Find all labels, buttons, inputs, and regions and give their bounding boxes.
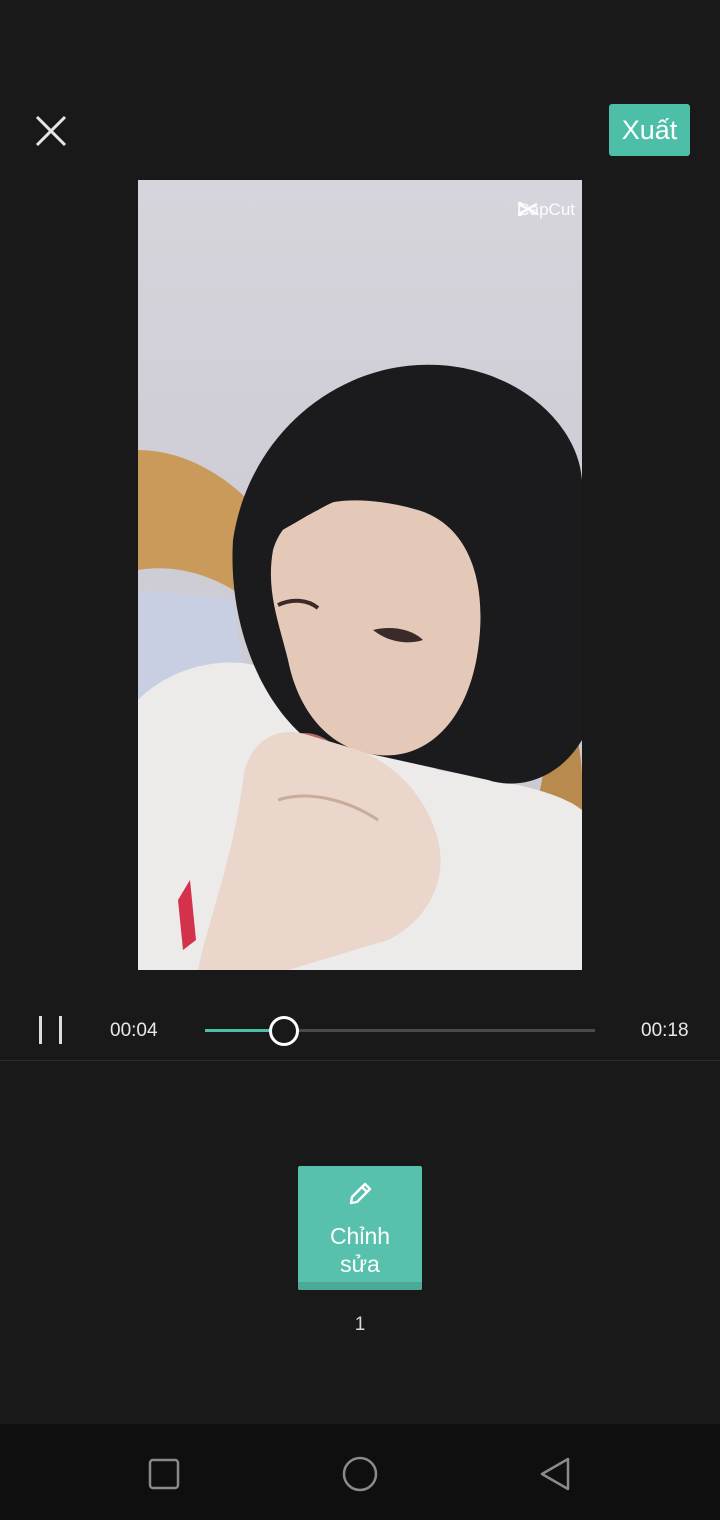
seek-bar[interactable] (205, 1016, 595, 1046)
current-time: 00:04 (110, 1020, 158, 1041)
close-button[interactable] (30, 110, 72, 152)
pause-button[interactable] (34, 1016, 66, 1046)
total-time: 00:18 (641, 1020, 689, 1041)
video-preview[interactable]: CapCut (138, 180, 582, 970)
edit-tile-base (298, 1282, 422, 1290)
playback-bar: 00:04 00:18 (0, 1000, 720, 1060)
triangle-back-icon[interactable] (536, 1454, 576, 1494)
edit-button[interactable]: Chỉnh sửa (298, 1166, 422, 1290)
pencil-icon (349, 1182, 372, 1205)
clip-count: 1 (354, 1314, 366, 1335)
circle-icon[interactable] (340, 1454, 380, 1494)
system-nav-bar (0, 1424, 720, 1520)
close-icon (35, 115, 67, 147)
preview-image (138, 364, 582, 970)
capcut-logo-icon (518, 202, 538, 216)
pause-icon-bar (59, 1016, 62, 1044)
square-icon[interactable] (144, 1454, 184, 1494)
edit-label-line1: Chỉnh (329, 1223, 391, 1249)
pause-icon (39, 1016, 42, 1044)
export-button[interactable]: Xuất (609, 104, 690, 156)
divider (0, 1060, 720, 1061)
edit-label: Chỉnh sửa (298, 1222, 422, 1278)
capcut-watermark: CapCut (517, 200, 575, 220)
seek-handle[interactable] (269, 1016, 299, 1046)
edit-label-line2: sửa (340, 1251, 380, 1277)
